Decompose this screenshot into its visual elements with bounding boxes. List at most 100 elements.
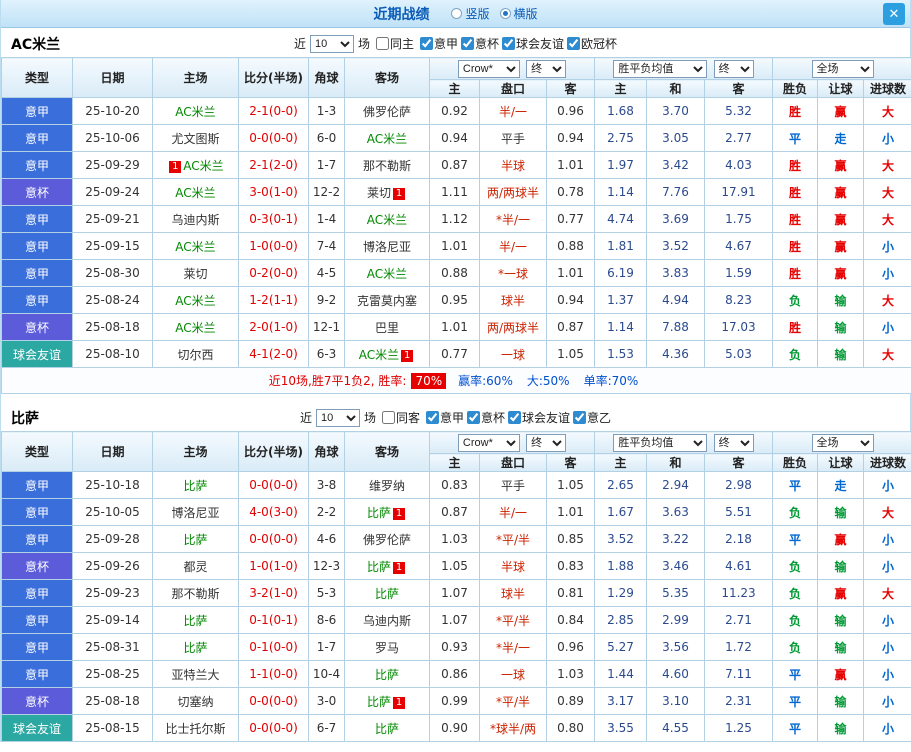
handicap-result-cell: 输	[817, 340, 865, 368]
table-row: 意甲 25-10-18 比萨 0-0(0-0) 3-8 维罗纳 0.83 平手 1.05 2.65…	[1, 471, 911, 499]
league-filter-意甲[interactable]: 意甲	[417, 35, 458, 52]
away-win-odds: 5.51	[703, 498, 774, 526]
home-team-name: 莱切	[183, 266, 208, 281]
recent-count-select[interactable]: 10	[309, 34, 354, 53]
away-team-cell: 比萨	[344, 660, 430, 688]
table-row: 意甲 25-10-20 AC米兰 2-1(0-0) 1-3 佛罗伦萨 0.92 半/一 0.96…	[1, 97, 911, 125]
handicap-result-cell: 赢	[817, 205, 865, 233]
odds-average-select[interactable]: 胜平负均值	[613, 59, 708, 78]
score-cell: 0-1(0-1)	[238, 606, 309, 634]
result-cell: 平	[772, 525, 819, 553]
ah-away-odds: 1.05	[546, 471, 595, 499]
recent-count-select[interactable]: 10	[315, 408, 360, 427]
result-cell: 负	[772, 552, 819, 580]
ah-away-odds: 0.94	[546, 286, 595, 314]
league-type-cell: 意甲	[1, 660, 73, 688]
ah-home-odds: 1.07	[429, 579, 480, 607]
summary-stats: 赢率:60% 大:50% 单率:70%	[451, 374, 645, 388]
same-venue-checkbox[interactable]	[381, 411, 395, 424]
score-cell: 0-3(0-1)	[238, 205, 309, 233]
league-filter-球会友谊[interactable]: 球会友谊	[499, 35, 564, 52]
col-ah-home: 主	[429, 453, 480, 472]
away-team-cell: 比萨	[344, 579, 430, 607]
score-cell: 4-1(2-0)	[238, 340, 309, 368]
asian-final-select[interactable]: 终	[526, 433, 567, 452]
table-row: 意杯 25-08-18 AC米兰 2-0(1-0) 12-1 巴里 1.01 两/两球半 0.8…	[1, 313, 911, 341]
handicap-result-cell: 走	[817, 471, 865, 499]
away-team-name: 莱切	[366, 185, 391, 200]
table-row: 意杯 25-09-24 AC米兰 3-0(1-0) 12-2 莱切 1 1.11 两/两球半 0.…	[1, 178, 911, 206]
close-button[interactable]: ✕	[883, 3, 905, 25]
league-filter-欧冠杯[interactable]: 欧冠杯	[564, 35, 617, 52]
home-win-odds: 1.29	[594, 579, 647, 607]
home-win-odds: 1.37	[594, 286, 647, 314]
league-filter-球会友谊[interactable]: 球会友谊	[505, 409, 570, 426]
ah-home-odds: 0.77	[429, 340, 480, 368]
home-team-cell: AC米兰	[152, 286, 239, 314]
home-team-cell: 亚特兰大	[152, 660, 239, 688]
league-filter-checkbox[interactable]	[461, 36, 474, 50]
odds-average-select[interactable]: 胜平负均值	[613, 433, 708, 452]
draw-odds: 3.05	[646, 124, 705, 152]
handicap-result-cell: 赢	[817, 579, 865, 607]
league-filter-checkbox[interactable]	[425, 410, 439, 424]
summary-stat: 赢率:60%	[458, 374, 513, 388]
scope-select[interactable]: 全场	[811, 59, 874, 78]
ah-away-odds: 0.77	[546, 205, 595, 233]
handicap-cell: 一球	[479, 340, 547, 368]
date-cell: 25-09-15	[72, 232, 153, 260]
result-cell: 胜	[772, 259, 819, 287]
vertical-layout-radio[interactable]: 竖版	[451, 5, 490, 22]
league-filter-意乙[interactable]: 意乙	[570, 409, 611, 426]
handicap-result-cell: 赢	[817, 178, 865, 206]
col-type: 类型	[1, 431, 73, 472]
date-cell: 25-10-20	[72, 97, 153, 125]
same-venue-filter[interactable]: 同客	[379, 409, 420, 426]
bookmaker-select[interactable]: Crow*	[457, 433, 520, 452]
asian-final-select[interactable]: 终	[526, 59, 567, 78]
home-win-odds: 3.52	[594, 525, 647, 553]
euro-final-select[interactable]: 终	[713, 59, 754, 78]
league-filter-checkbox[interactable]	[567, 36, 581, 50]
league-filter-checkbox[interactable]	[502, 36, 516, 50]
corner-cell: 10-4	[308, 660, 345, 688]
away-team-cell: 乌迪内斯	[344, 606, 430, 634]
col-result: 胜负	[772, 453, 819, 472]
league-filter-label: 意甲	[439, 410, 464, 425]
horizontal-layout-radio[interactable]: 横版	[499, 5, 538, 22]
col-corner: 角球	[308, 57, 345, 98]
euro-odds-header: 胜平负均值 终	[593, 57, 774, 80]
scope-select[interactable]: 全场	[811, 433, 874, 452]
home-team-name: AC米兰	[175, 320, 216, 335]
same-venue-filter[interactable]: 同主	[373, 35, 414, 52]
same-venue-checkbox[interactable]	[375, 37, 389, 50]
goals-result-cell: 大	[863, 579, 911, 607]
results-body: 意甲 25-10-20 AC米兰 2-1(0-0) 1-3 佛罗伦萨 0.92 半/一 0.96…	[1, 97, 911, 368]
league-filter-意杯[interactable]: 意杯	[458, 35, 499, 52]
league-filter-意甲[interactable]: 意甲	[423, 409, 464, 426]
league-filter-checkbox[interactable]	[419, 36, 433, 50]
away-team-cell: AC米兰	[344, 205, 430, 233]
corner-cell: 6-7	[308, 714, 345, 742]
corner-cell: 6-0	[308, 124, 345, 152]
score-cell: 3-2(1-0)	[238, 579, 309, 607]
draw-odds: 3.42	[646, 151, 705, 179]
home-win-odds: 5.27	[594, 633, 647, 661]
draw-odds: 5.35	[646, 579, 705, 607]
result-cell: 胜	[772, 151, 819, 179]
league-filter-checkbox[interactable]	[467, 410, 480, 424]
home-team-name: AC米兰	[175, 104, 216, 119]
summary-row: 近10场,胜7平1负2, 胜率: 70% 赢率:60% 大:50% 单率:70%	[0, 367, 911, 394]
score-cell: 1-2(1-1)	[238, 286, 309, 314]
league-filter-checkbox[interactable]	[508, 410, 522, 424]
league-filter-意杯[interactable]: 意杯	[464, 409, 505, 426]
handicap-result-cell: 走	[817, 124, 865, 152]
handicap-result-cell: 输	[817, 313, 865, 341]
away-win-odds: 1.75	[703, 205, 774, 233]
home-win-odds: 2.75	[594, 124, 647, 152]
league-filter-checkbox[interactable]	[573, 410, 587, 424]
euro-final-select[interactable]: 终	[713, 433, 754, 452]
bookmaker-select[interactable]: Crow*	[457, 59, 520, 78]
team-name: 比萨	[11, 410, 39, 427]
date-cell: 25-09-24	[72, 178, 153, 206]
